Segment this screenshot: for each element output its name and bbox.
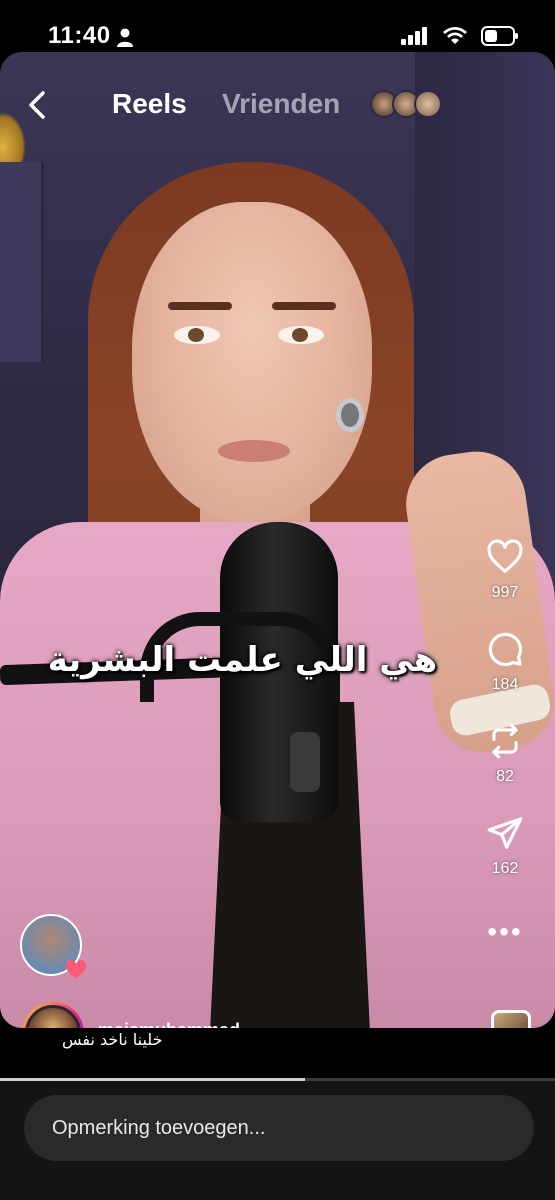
comment-count: 184 <box>491 676 519 693</box>
heart-icon <box>487 539 523 573</box>
reel-description[interactable]: خلينا ناخد نفس <box>62 1030 162 1049</box>
person-icon <box>117 28 133 47</box>
status-icons <box>401 26 519 46</box>
repost-icon <box>492 723 518 759</box>
wifi-icon <box>443 27 467 44</box>
audio-thumbnail[interactable] <box>491 1010 531 1028</box>
comment-icon <box>488 632 522 666</box>
signal-icon <box>401 27 427 45</box>
heart-badge-icon <box>65 959 87 979</box>
share-button[interactable]: 162 <box>486 814 524 878</box>
video-caption: هي اللي علمت البشرية <box>47 640 438 680</box>
repost-button[interactable]: 82 <box>486 722 524 786</box>
like-button[interactable]: 997 <box>486 538 524 602</box>
right-eye <box>278 326 324 344</box>
person-lips <box>218 440 290 462</box>
action-column: 997 184 82 162 ••• <box>477 538 533 948</box>
share-count: 162 <box>491 860 519 877</box>
background-frame <box>0 162 44 362</box>
send-icon <box>487 817 523 849</box>
comment-bar <box>0 1081 555 1200</box>
back-icon <box>29 91 45 119</box>
author-avatar-image <box>25 1005 81 1028</box>
microphone-knob <box>290 732 320 792</box>
reel-video[interactable]: هي اللي علمت البشرية Reels Vrienden 997 <box>0 52 555 1028</box>
avatar <box>414 90 442 118</box>
left-eye <box>174 326 220 344</box>
comment-button[interactable]: 184 <box>486 630 524 694</box>
left-brow <box>168 302 232 310</box>
right-brow <box>272 302 336 310</box>
tab-reels[interactable]: Reels <box>112 88 187 120</box>
battery-icon <box>481 26 518 46</box>
back-button[interactable] <box>20 88 54 122</box>
like-count: 997 <box>491 584 519 601</box>
person-face <box>132 202 372 522</box>
more-icon[interactable]: ••• <box>487 916 522 948</box>
earring <box>336 398 364 432</box>
repost-count: 82 <box>496 768 514 785</box>
reels-header: Reels Vrienden <box>0 86 555 126</box>
friend-avatars[interactable] <box>370 90 442 118</box>
author-username[interactable]: maismuhammad <box>98 1020 240 1028</box>
comment-input[interactable] <box>24 1095 534 1161</box>
tab-friends[interactable]: Vrienden <box>222 88 340 120</box>
status-time: 11:40 <box>48 22 111 49</box>
